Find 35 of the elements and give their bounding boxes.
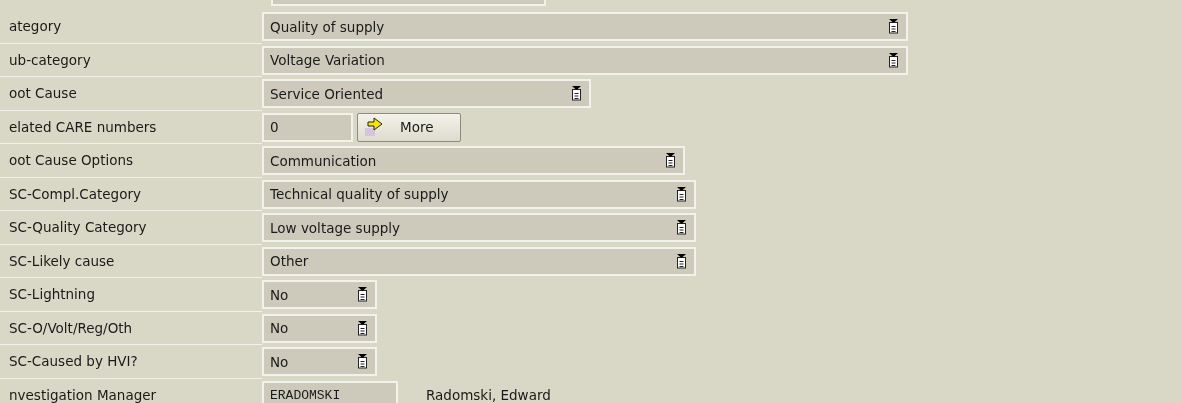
dropdown-field[interactable]: No	[262, 347, 377, 377]
dropdown-icon[interactable]	[888, 52, 899, 68]
field-label: SC-O/Volt/Reg/Oth	[0, 311, 262, 345]
dropdown-icon[interactable]	[676, 186, 687, 202]
dropdown-field[interactable]: No	[262, 313, 377, 343]
dropdown-icon[interactable]	[357, 354, 368, 370]
field-label: oot Cause Options	[0, 144, 262, 178]
name-text: Radomski, Edward	[426, 387, 551, 403]
dropdown-field[interactable]: Quality of supply	[262, 12, 908, 42]
dropdown-field[interactable]: Low voltage supply	[262, 213, 696, 243]
field-label: SC-Likely cause	[0, 244, 262, 278]
dropdown-field[interactable]: No	[262, 280, 377, 310]
field-label: ub-category	[0, 43, 262, 77]
dropdown-icon[interactable]	[665, 153, 676, 169]
dropdown-icon[interactable]	[888, 19, 899, 35]
dropdown-field[interactable]: Technical quality of supply	[262, 179, 696, 209]
dropdown-icon[interactable]	[357, 287, 368, 303]
input-field[interactable]: 0	[262, 112, 353, 142]
field-label: SC-Compl.Category	[0, 177, 262, 211]
dropdown-icon[interactable]	[571, 86, 582, 102]
dropdown-field[interactable]: Voltage Variation	[262, 45, 908, 75]
dropdown-field[interactable]: Other	[262, 246, 696, 276]
dropdown-icon[interactable]	[676, 253, 687, 269]
input-field[interactable]: ERADOMSKI	[262, 380, 398, 403]
field-label: elated CARE numbers	[0, 110, 262, 144]
field-label: SC-Lightning	[0, 278, 262, 312]
dropdown-icon[interactable]	[357, 320, 368, 336]
field-label: SC-Caused by HVI?	[0, 345, 262, 379]
field-label: oot Cause	[0, 77, 262, 111]
field-label: SC-Quality Category	[0, 211, 262, 245]
dropdown-field[interactable]: Communication	[262, 146, 685, 176]
more-button[interactable]: More	[357, 112, 461, 142]
dropdown-field[interactable]: Service Oriented	[262, 79, 591, 109]
dropdown-icon[interactable]	[676, 220, 687, 236]
field-label: ategory	[0, 10, 262, 44]
